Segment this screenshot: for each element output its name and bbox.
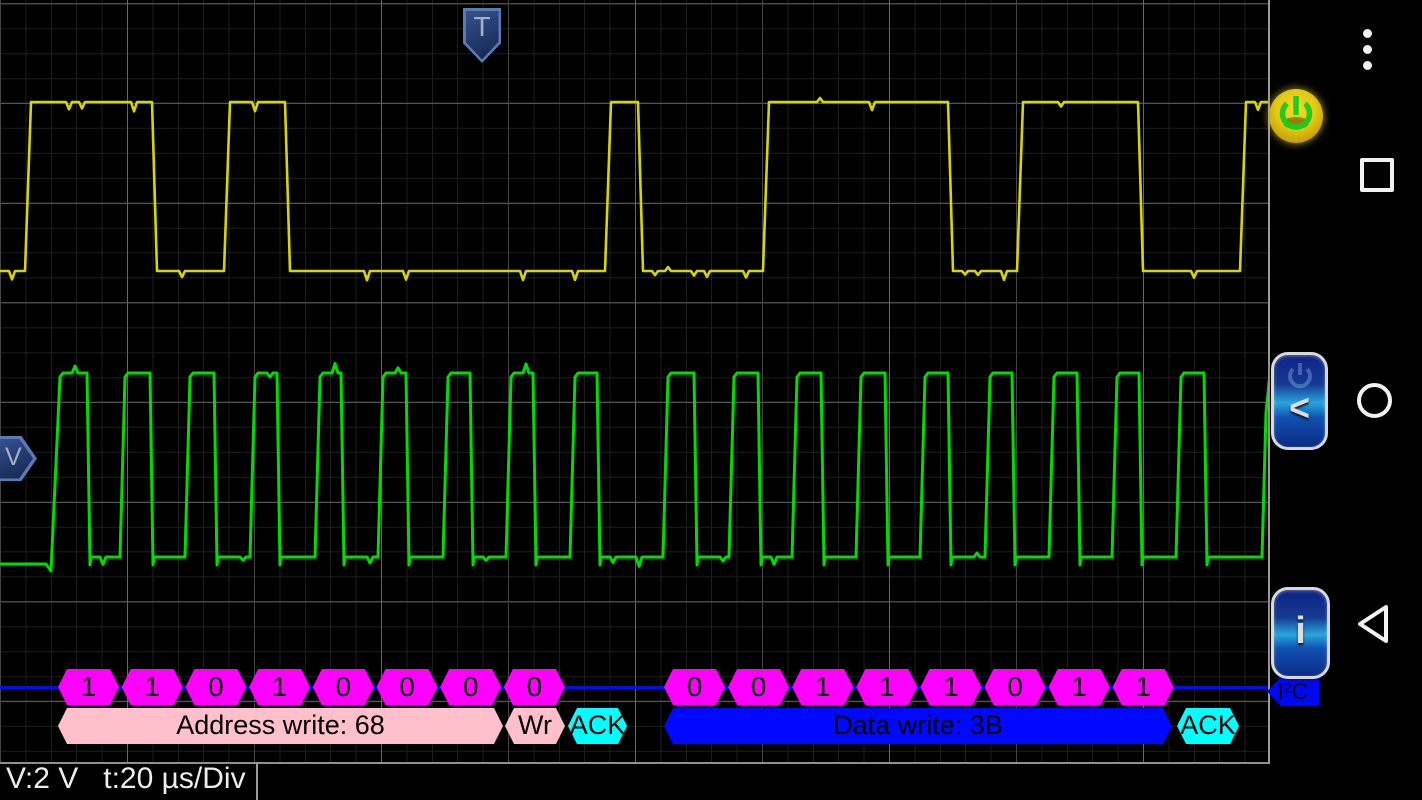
overflow-menu-icon[interactable] — [1363, 29, 1372, 77]
i2c-protocol-tag[interactable]: I²C — [1267, 677, 1319, 706]
scale-readout: V:2 V t:20 µs/Div — [6, 762, 246, 795]
back-triangle-icon[interactable] — [1355, 602, 1393, 646]
trigger-marker[interactable]: T — [463, 8, 501, 63]
i2c-bit-box: 1 — [792, 669, 853, 705]
sda-waveform — [0, 96, 1268, 282]
i2c-bit-box: 0 — [440, 669, 501, 705]
info-icon: i — [1295, 610, 1306, 652]
oscilloscope-screen: 1 1 0 1 0 0 0 0 0 0 1 1 1 0 1 1 Address write: 68 Wr ACK Da… — [0, 0, 1422, 800]
status-divider — [256, 762, 258, 800]
recents-square-icon[interactable] — [1360, 158, 1394, 192]
i2c-bit-box: 0 — [664, 669, 725, 705]
i2c-bit-box: 0 — [504, 669, 565, 705]
i2c-bit-box: 1 — [920, 669, 981, 705]
i2c-bit-box: 1 — [58, 669, 119, 705]
i2c-ack-label: ACK — [568, 708, 627, 744]
power-button[interactable] — [1269, 89, 1323, 143]
power-icon — [1279, 96, 1313, 130]
waveform-plot — [0, 96, 1268, 573]
i2c-data-label: Data write: 3B — [664, 708, 1172, 744]
voltage-marker[interactable]: V — [0, 436, 37, 481]
i2c-bit-box: 0 — [728, 669, 789, 705]
trigger-marker-label: T — [473, 11, 491, 42]
i2c-bit-box: 0 — [313, 669, 374, 705]
i2c-bit-box: 1 — [1049, 669, 1110, 705]
i2c-bit-box: 0 — [377, 669, 438, 705]
collapse-controls-button[interactable]: < — [1271, 352, 1328, 450]
home-circle-icon[interactable] — [1357, 383, 1392, 418]
i2c-bit-box: 0 — [185, 669, 246, 705]
voltage-marker-shape: V — [0, 436, 37, 481]
i2c-bit-box: 1 — [856, 669, 917, 705]
trigger-marker-shape: T — [463, 8, 501, 63]
i2c-address-label: Address write: 68 — [58, 708, 503, 744]
i2c-bit-box: 1 — [1113, 669, 1174, 705]
voltage-marker-label: V — [5, 443, 22, 471]
i2c-ack-label: ACK — [1177, 708, 1239, 744]
collapse-chevron-icon: < — [1288, 385, 1311, 429]
scl-waveform — [0, 362, 1268, 573]
i2c-bit-box: 1 — [122, 669, 183, 705]
i2c-bit-box: 0 — [985, 669, 1046, 705]
i2c-address-label: Wr — [505, 708, 565, 744]
scope-graticule[interactable] — [0, 0, 1270, 764]
i2c-bit-box: 1 — [249, 669, 310, 705]
info-button[interactable]: i — [1271, 587, 1330, 679]
